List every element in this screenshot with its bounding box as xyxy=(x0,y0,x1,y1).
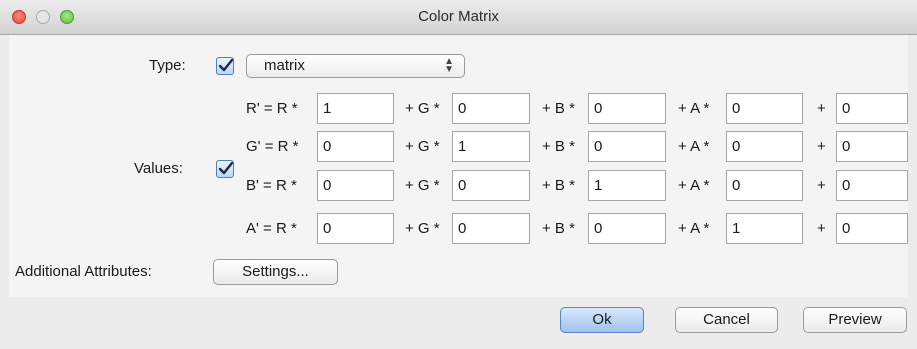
matrix-cell[interactable]: 0 xyxy=(317,213,394,244)
matrix-cell[interactable]: 0 xyxy=(836,170,908,201)
term-b: + B * xyxy=(542,100,575,117)
matrix-cell[interactable]: 0 xyxy=(588,213,666,244)
term-b: + B * xyxy=(542,177,575,194)
dialog-footer xyxy=(0,297,917,349)
matrix-cell[interactable]: 0 xyxy=(317,170,394,201)
term-b: + B * xyxy=(542,138,575,155)
matrix-cell[interactable]: 1 xyxy=(588,170,666,201)
matrix-cell[interactable]: 1 xyxy=(317,93,394,124)
type-checkbox[interactable] xyxy=(216,57,234,75)
term-a: + A * xyxy=(678,220,710,237)
matrix-cell[interactable]: 0 xyxy=(588,131,666,162)
term-plus: + xyxy=(817,100,826,117)
matrix-cell[interactable]: 1 xyxy=(726,213,803,244)
type-label: Type: xyxy=(149,57,186,74)
term-g: + G * xyxy=(405,177,440,194)
matrix-cell[interactable]: 0 xyxy=(836,93,908,124)
term-plus: + xyxy=(817,220,826,237)
checkmark-icon xyxy=(218,58,234,72)
row-prefix: R' = R * xyxy=(246,100,298,117)
matrix-cell[interactable]: 0 xyxy=(452,93,530,124)
title-bar: Color Matrix xyxy=(0,0,917,35)
matrix-cell[interactable]: 0 xyxy=(588,93,666,124)
row-prefix: A' = R * xyxy=(246,220,297,237)
settings-button[interactable]: Settings... xyxy=(213,259,338,285)
matrix-cell[interactable]: 0 xyxy=(452,213,530,244)
ok-button[interactable]: Ok xyxy=(560,307,644,333)
type-select-value: matrix xyxy=(264,57,305,74)
checkmark-icon xyxy=(218,161,234,175)
values-label: Values: xyxy=(134,160,183,177)
term-a: + A * xyxy=(678,100,710,117)
matrix-cell[interactable]: 0 xyxy=(726,93,803,124)
term-a: + A * xyxy=(678,177,710,194)
term-b: + B * xyxy=(542,220,575,237)
matrix-cell[interactable]: 0 xyxy=(726,131,803,162)
row-prefix: B' = R * xyxy=(246,177,297,194)
term-plus: + xyxy=(817,177,826,194)
matrix-cell[interactable]: 0 xyxy=(452,170,530,201)
matrix-cell[interactable]: 0 xyxy=(836,213,908,244)
term-g: + G * xyxy=(405,220,440,237)
color-matrix-window: Color Matrix Type: matrix ▲ ▼ Values: R' … xyxy=(0,0,917,349)
cancel-button[interactable]: Cancel xyxy=(675,307,778,333)
type-select[interactable]: matrix ▲ ▼ xyxy=(246,54,465,78)
matrix-cell[interactable]: 0 xyxy=(317,131,394,162)
term-plus: + xyxy=(817,138,826,155)
term-g: + G * xyxy=(405,138,440,155)
term-a: + A * xyxy=(678,138,710,155)
matrix-cell[interactable]: 1 xyxy=(452,131,530,162)
preview-button[interactable]: Preview xyxy=(803,307,907,333)
updown-arrows-icon: ▲ ▼ xyxy=(444,56,454,75)
matrix-cell[interactable]: 0 xyxy=(726,170,803,201)
additional-attributes-label: Additional Attributes: xyxy=(15,263,152,280)
row-prefix: G' = R * xyxy=(246,138,299,155)
matrix-cell[interactable]: 0 xyxy=(836,131,908,162)
window-title: Color Matrix xyxy=(418,8,499,25)
values-checkbox[interactable] xyxy=(216,160,234,178)
term-g: + G * xyxy=(405,100,440,117)
